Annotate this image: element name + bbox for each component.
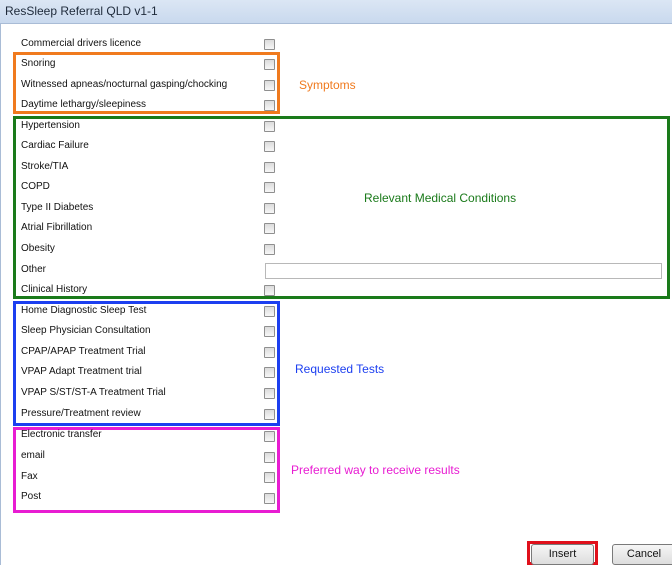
vpap-adapt-label: VPAP Adapt Treatment trial bbox=[21, 366, 142, 377]
home-diagnostic-checkbox[interactable] bbox=[264, 306, 275, 317]
clinical-history-checkbox[interactable] bbox=[264, 285, 275, 296]
type2-diabetes-checkbox[interactable] bbox=[264, 203, 275, 214]
type2-diabetes-label: Type II Diabetes bbox=[21, 202, 94, 213]
hypertension-label: Hypertension bbox=[21, 120, 80, 131]
stroke-tia-label: Stroke/TIA bbox=[21, 161, 69, 172]
home-diagnostic-label: Home Diagnostic Sleep Test bbox=[21, 305, 147, 316]
results-annotation: Preferred way to receive results bbox=[291, 463, 460, 477]
cancel-button[interactable]: Cancel bbox=[612, 544, 672, 565]
vpap-adapt-checkbox[interactable] bbox=[264, 367, 275, 378]
hypertension-checkbox[interactable] bbox=[264, 121, 275, 132]
copd-checkbox[interactable] bbox=[264, 182, 275, 193]
post-label: Post bbox=[21, 491, 42, 502]
vpap-s-st-checkbox[interactable] bbox=[264, 388, 275, 399]
cardiac-failure-checkbox[interactable] bbox=[264, 141, 275, 152]
fax-label: Fax bbox=[21, 471, 38, 482]
atrial-fibrillation-label: Atrial Fibrillation bbox=[21, 222, 93, 233]
sleep-physician-checkbox[interactable] bbox=[264, 326, 275, 337]
post-checkbox[interactable] bbox=[264, 493, 275, 504]
tests-annotation: Requested Tests bbox=[295, 362, 385, 376]
conditions-annotation: Relevant Medical Conditions bbox=[364, 191, 517, 205]
daytime-lethargy-label: Daytime lethargy/sleepiness bbox=[21, 99, 147, 110]
electronic-transfer-label: Electronic transfer bbox=[21, 429, 102, 440]
electronic-transfer-checkbox[interactable] bbox=[264, 431, 275, 442]
obesity-label: Obesity bbox=[21, 243, 55, 254]
vpap-s-st-label: VPAP S/ST/ST-A Treatment Trial bbox=[21, 387, 166, 398]
snoring-checkbox[interactable] bbox=[264, 59, 275, 70]
sleep-physician-label: Sleep Physician Consultation bbox=[21, 325, 151, 336]
atrial-fibrillation-checkbox[interactable] bbox=[264, 223, 275, 234]
commercial-drivers-label: Commercial drivers licence bbox=[21, 38, 142, 49]
clinical-history-label: Clinical History bbox=[21, 284, 88, 295]
other-input[interactable] bbox=[265, 263, 662, 279]
email-label: email bbox=[21, 450, 45, 461]
copd-label: COPD bbox=[21, 181, 50, 192]
symptoms-annotation: Symptoms bbox=[299, 78, 356, 92]
witnessed-apneas-label: Witnessed apneas/nocturnal gasping/chock… bbox=[21, 79, 228, 90]
email-checkbox[interactable] bbox=[264, 452, 275, 463]
fax-checkbox[interactable] bbox=[264, 472, 275, 483]
cpap-trial-label: CPAP/APAP Treatment Trial bbox=[21, 346, 146, 357]
commercial-drivers-checkbox[interactable] bbox=[264, 39, 275, 50]
insert-button[interactable]: Insert bbox=[531, 544, 594, 565]
witnessed-apneas-checkbox[interactable] bbox=[264, 80, 275, 91]
daytime-lethargy-checkbox[interactable] bbox=[264, 100, 275, 111]
window-title: ResSleep Referral QLD v1-1 bbox=[5, 4, 158, 18]
cpap-trial-checkbox[interactable] bbox=[264, 347, 275, 358]
snoring-label: Snoring bbox=[21, 58, 56, 69]
cardiac-failure-label: Cardiac Failure bbox=[21, 140, 89, 151]
other-label: Other bbox=[21, 264, 47, 275]
title-bar: ResSleep Referral QLD v1-1 bbox=[0, 0, 672, 24]
pressure-review-label: Pressure/Treatment review bbox=[21, 408, 141, 419]
stroke-tia-checkbox[interactable] bbox=[264, 162, 275, 173]
obesity-checkbox[interactable] bbox=[264, 244, 275, 255]
pressure-review-checkbox[interactable] bbox=[264, 409, 275, 420]
